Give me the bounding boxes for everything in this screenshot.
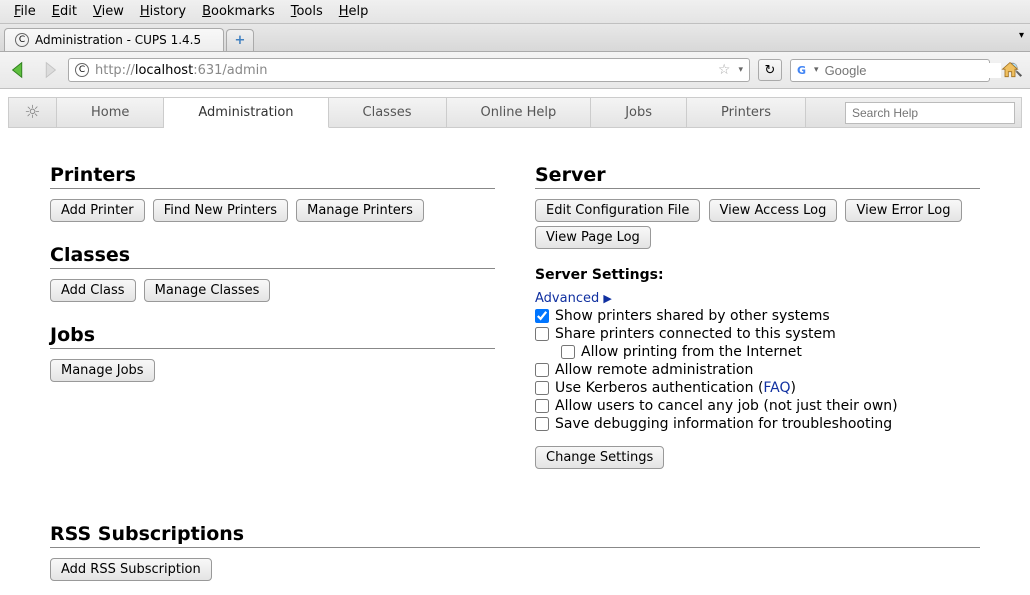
divider — [50, 547, 980, 548]
manage-classes-button[interactable]: Manage Classes — [144, 279, 271, 302]
divider — [535, 188, 980, 189]
arrow-left-icon — [8, 59, 30, 81]
browser-toolbar: C http://localhost:631/admin ☆ ▾ ↻ G ▾ 🔍 — [0, 52, 1030, 89]
add-printer-button[interactable]: Add Printer — [50, 199, 145, 222]
nav-printers[interactable]: Printers — [687, 98, 806, 127]
new-tab-button[interactable]: + — [226, 29, 254, 51]
cups-favicon-icon: C — [15, 33, 29, 47]
faq-link[interactable]: FAQ — [763, 380, 790, 396]
browser-tab-active[interactable]: C Administration - CUPS 1.4.5 — [4, 28, 224, 51]
view-error-log-button[interactable]: View Error Log — [845, 199, 961, 222]
nav-classes[interactable]: Classes — [329, 98, 447, 127]
menu-bookmarks[interactable]: Bookmarks — [196, 2, 281, 21]
view-access-log-button[interactable]: View Access Log — [709, 199, 838, 222]
menu-view[interactable]: View — [87, 2, 130, 21]
rss-section: RSS Subscriptions Add RSS Subscription — [50, 523, 980, 585]
home-button[interactable] — [998, 58, 1022, 82]
manage-jobs-button[interactable]: Manage Jobs — [50, 359, 155, 382]
cups-search-wrap — [839, 98, 1021, 127]
checkbox-share-connected[interactable] — [535, 327, 549, 341]
url-bar[interactable]: C http://localhost:631/admin ☆ ▾ — [68, 58, 750, 82]
right-column: Server Edit Configuration File View Acce… — [535, 146, 980, 473]
menu-help[interactable]: Help — [333, 2, 375, 21]
server-settings-label: Server Settings: — [535, 267, 980, 283]
checkbox-remote-admin[interactable] — [535, 363, 549, 377]
menu-edit[interactable]: Edit — [46, 2, 83, 21]
advanced-link-row: Advanced ▶ — [535, 291, 980, 306]
add-rss-subscription-button[interactable]: Add RSS Subscription — [50, 558, 212, 581]
browser-search-input[interactable] — [825, 63, 1001, 78]
setting-label: Allow remote administration — [555, 362, 753, 378]
divider — [50, 348, 495, 349]
page-body: Printers Add Printer Find New Printers M… — [0, 136, 1030, 595]
printers-heading: Printers — [50, 164, 495, 186]
bookmark-star-icon[interactable]: ☆ — [718, 62, 731, 78]
setting-remote-admin: Allow remote administration — [535, 362, 980, 378]
cups-search-input[interactable] — [845, 102, 1015, 124]
cups-navbar: ☼ Home Administration Classes Online Hel… — [8, 97, 1022, 128]
jobs-heading: Jobs — [50, 324, 495, 346]
browser-menubar: File Edit View History Bookmarks Tools H… — [0, 0, 1030, 24]
server-heading: Server — [535, 164, 980, 186]
cups-logo-icon[interactable]: ☼ — [9, 98, 57, 127]
url-text: http://localhost:631/admin — [95, 63, 712, 78]
nav-online-help[interactable]: Online Help — [447, 98, 592, 127]
nav-home[interactable]: Home — [57, 98, 164, 127]
setting-allow-internet: Allow printing from the Internet — [561, 344, 980, 360]
left-column: Printers Add Printer Find New Printers M… — [50, 146, 495, 473]
view-page-log-button[interactable]: View Page Log — [535, 226, 651, 249]
setting-save-debug: Save debugging information for troublesh… — [535, 416, 980, 432]
find-new-printers-button[interactable]: Find New Printers — [153, 199, 288, 222]
setting-label: Allow users to cancel any job (not just … — [555, 398, 898, 414]
setting-label: Save debugging information for troublesh… — [555, 416, 892, 432]
checkbox-show-shared[interactable] — [535, 309, 549, 323]
home-icon — [1000, 60, 1020, 80]
checkbox-cancel-any[interactable] — [535, 399, 549, 413]
menu-history[interactable]: History — [134, 2, 192, 21]
rss-heading: RSS Subscriptions — [50, 523, 980, 545]
reload-icon: ↻ — [765, 63, 776, 78]
google-icon[interactable]: G — [797, 63, 806, 77]
advanced-link[interactable]: Advanced — [535, 291, 599, 306]
url-dropdown-icon[interactable]: ▾ — [738, 65, 743, 75]
setting-show-shared: Show printers shared by other systems — [535, 308, 980, 324]
browser-search-bar[interactable]: G ▾ 🔍 — [790, 59, 990, 82]
divider — [50, 188, 495, 189]
advanced-arrow-icon: ▶ — [603, 292, 611, 305]
change-settings-button[interactable]: Change Settings — [535, 446, 664, 469]
nav-back-button[interactable] — [8, 59, 30, 81]
setting-share-connected: Share printers connected to this system — [535, 326, 980, 342]
menu-file[interactable]: File — [8, 2, 42, 21]
checkbox-allow-internet[interactable] — [561, 345, 575, 359]
checkbox-save-debug[interactable] — [535, 417, 549, 431]
tab-title: Administration - CUPS 1.4.5 — [35, 33, 201, 47]
reload-button[interactable]: ↻ — [758, 59, 782, 81]
setting-cancel-any: Allow users to cancel any job (not just … — [535, 398, 980, 414]
tabs-dropdown-icon[interactable]: ▾ — [1019, 30, 1024, 41]
setting-label: Use Kerberos authentication (FAQ) — [555, 380, 796, 396]
nav-administration[interactable]: Administration — [164, 98, 328, 128]
setting-label: Show printers shared by other systems — [555, 308, 830, 324]
browser-tabbar: C Administration - CUPS 1.4.5 + ▾ — [0, 24, 1030, 52]
checkbox-kerberos[interactable] — [535, 381, 549, 395]
setting-label: Allow printing from the Internet — [581, 344, 802, 360]
setting-kerberos: Use Kerberos authentication (FAQ) — [535, 380, 980, 396]
search-engine-dropdown-icon[interactable]: ▾ — [814, 65, 819, 75]
nav-forward-button — [38, 59, 60, 81]
arrow-right-icon — [38, 59, 60, 81]
add-class-button[interactable]: Add Class — [50, 279, 136, 302]
classes-heading: Classes — [50, 244, 495, 266]
edit-config-button[interactable]: Edit Configuration File — [535, 199, 700, 222]
setting-label: Share printers connected to this system — [555, 326, 836, 342]
menu-tools[interactable]: Tools — [285, 2, 329, 21]
manage-printers-button[interactable]: Manage Printers — [296, 199, 424, 222]
divider — [50, 268, 495, 269]
nav-jobs[interactable]: Jobs — [591, 98, 687, 127]
urlbar-favicon-icon: C — [75, 63, 89, 77]
